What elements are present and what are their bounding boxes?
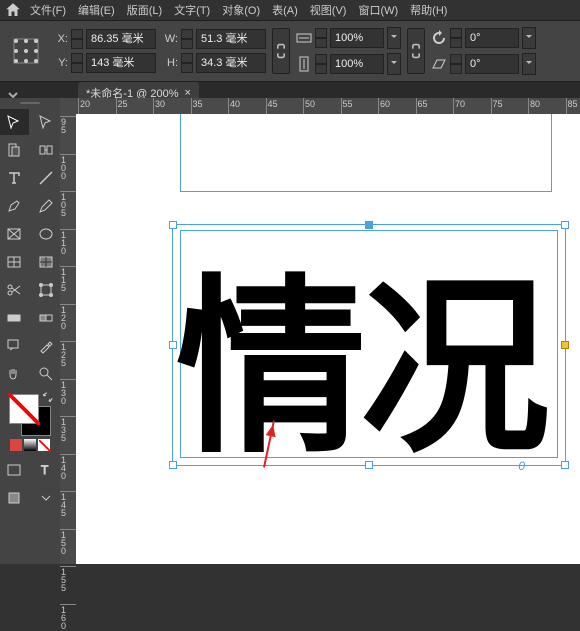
menu-edit[interactable]: 编辑(E) <box>74 2 119 18</box>
eyedropper-tool[interactable] <box>31 333 61 359</box>
rotate-drop[interactable] <box>522 27 536 49</box>
sx-stepper[interactable] <box>315 28 327 48</box>
y-label: Y: <box>52 57 68 69</box>
fill-stroke-swatch[interactable] <box>9 394 51 436</box>
pencil-tool[interactable] <box>31 193 61 219</box>
shear-stepper[interactable] <box>450 54 462 74</box>
scale-x-icon <box>296 30 312 46</box>
rotate-input[interactable]: 0° <box>465 28 519 48</box>
constrain-scale-icon[interactable] <box>407 28 425 74</box>
type-tool[interactable] <box>0 165 29 191</box>
h-input[interactable]: 34.3 毫米 <box>196 53 266 73</box>
h-label: H: <box>162 57 178 69</box>
menu-help[interactable]: 帮助(H) <box>406 2 451 18</box>
reference-point[interactable] <box>12 37 40 65</box>
note-tool[interactable] <box>0 333 29 359</box>
shear-drop[interactable] <box>522 53 536 75</box>
y-stepper[interactable] <box>71 53 83 73</box>
grid-tool-2[interactable] <box>31 249 61 275</box>
x-input[interactable]: 86.35 毫米 <box>86 29 156 49</box>
grid-tool[interactable] <box>0 249 29 275</box>
free-transform-tool[interactable] <box>31 277 61 303</box>
apply-gradient-icon[interactable] <box>24 439 36 451</box>
h-stepper[interactable] <box>181 53 193 73</box>
menu-view[interactable]: 视图(V) <box>306 2 351 18</box>
gap-tool[interactable] <box>31 137 61 163</box>
formatting-text-icon[interactable]: T <box>31 457 61 483</box>
scissors-tool[interactable] <box>0 277 29 303</box>
x-stepper[interactable] <box>71 29 83 49</box>
shear-input[interactable]: 0° <box>465 54 519 74</box>
x-label: X: <box>52 33 68 45</box>
swap-colors-icon[interactable] <box>43 392 53 402</box>
hand-tool[interactable] <box>0 361 29 387</box>
work-area: T 95100105110115120125130135140145150155… <box>0 98 580 564</box>
rectangle-frame-tool[interactable] <box>0 221 29 247</box>
apply-none-icon[interactable] <box>38 439 50 451</box>
page-tool[interactable] <box>0 137 29 163</box>
fill-swatch[interactable] <box>9 394 39 424</box>
color-mode-row <box>9 438 51 452</box>
rot-stepper[interactable] <box>450 28 462 48</box>
toolbox: T <box>0 98 61 564</box>
menu-type[interactable]: 文字(T) <box>170 2 214 18</box>
menu-file[interactable]: 文件(F) <box>26 2 70 18</box>
y-input[interactable]: 143 毫米 <box>86 53 156 73</box>
scale-y-drop[interactable] <box>387 53 401 75</box>
menu-object[interactable]: 对象(O) <box>218 2 264 18</box>
text-content: 情况 <box>176 214 544 489</box>
w-label: W: <box>162 33 178 45</box>
frame-outline[interactable] <box>180 114 552 192</box>
preview-mode-icon[interactable] <box>0 485 29 511</box>
line-tool[interactable] <box>31 165 61 191</box>
scale-y-icon <box>296 56 312 72</box>
gradient-feather-tool[interactable] <box>31 305 61 331</box>
preview-drop[interactable] <box>31 485 61 511</box>
svg-text:T: T <box>41 463 49 477</box>
constrain-wh-icon[interactable] <box>272 28 290 74</box>
scale-x-drop[interactable] <box>387 27 401 49</box>
rotate-icon <box>431 30 447 46</box>
sy-stepper[interactable] <box>315 54 327 74</box>
horizontal-ruler: 2025303540455055606570758085 <box>76 98 580 115</box>
menu-layout[interactable]: 版面(L) <box>123 2 166 18</box>
pen-tool[interactable] <box>0 193 29 219</box>
w-stepper[interactable] <box>181 29 193 49</box>
selection-tool[interactable] <box>0 109 29 135</box>
vertical-ruler: 9510010511011512012513013514014515015516… <box>60 98 77 564</box>
scale-y-input[interactable]: 100% <box>330 54 384 74</box>
scale-x-input[interactable]: 100% <box>330 28 384 48</box>
control-bar: X:86.35 毫米 Y:143 毫米 W:51.3 毫米 H:34.3 毫米 … <box>0 21 580 82</box>
formatting-container-icon[interactable] <box>0 457 29 483</box>
canvas[interactable]: 0 情况 <box>76 114 580 564</box>
ellipse-tool[interactable] <box>31 221 61 247</box>
direct-selection-tool[interactable] <box>31 109 61 135</box>
menu-window[interactable]: 窗口(W) <box>354 2 402 18</box>
home-icon[interactable] <box>4 1 22 19</box>
gradient-tool[interactable] <box>0 305 29 331</box>
w-input[interactable]: 51.3 毫米 <box>196 29 266 49</box>
apply-color-icon[interactable] <box>10 439 22 451</box>
shear-icon <box>431 56 447 72</box>
menu-table[interactable]: 表(A) <box>268 2 302 18</box>
zoom-tool[interactable] <box>31 361 61 387</box>
menu-bar: 文件(F) 编辑(E) 版面(L) 文字(T) 对象(O) 表(A) 视图(V)… <box>0 0 580 21</box>
